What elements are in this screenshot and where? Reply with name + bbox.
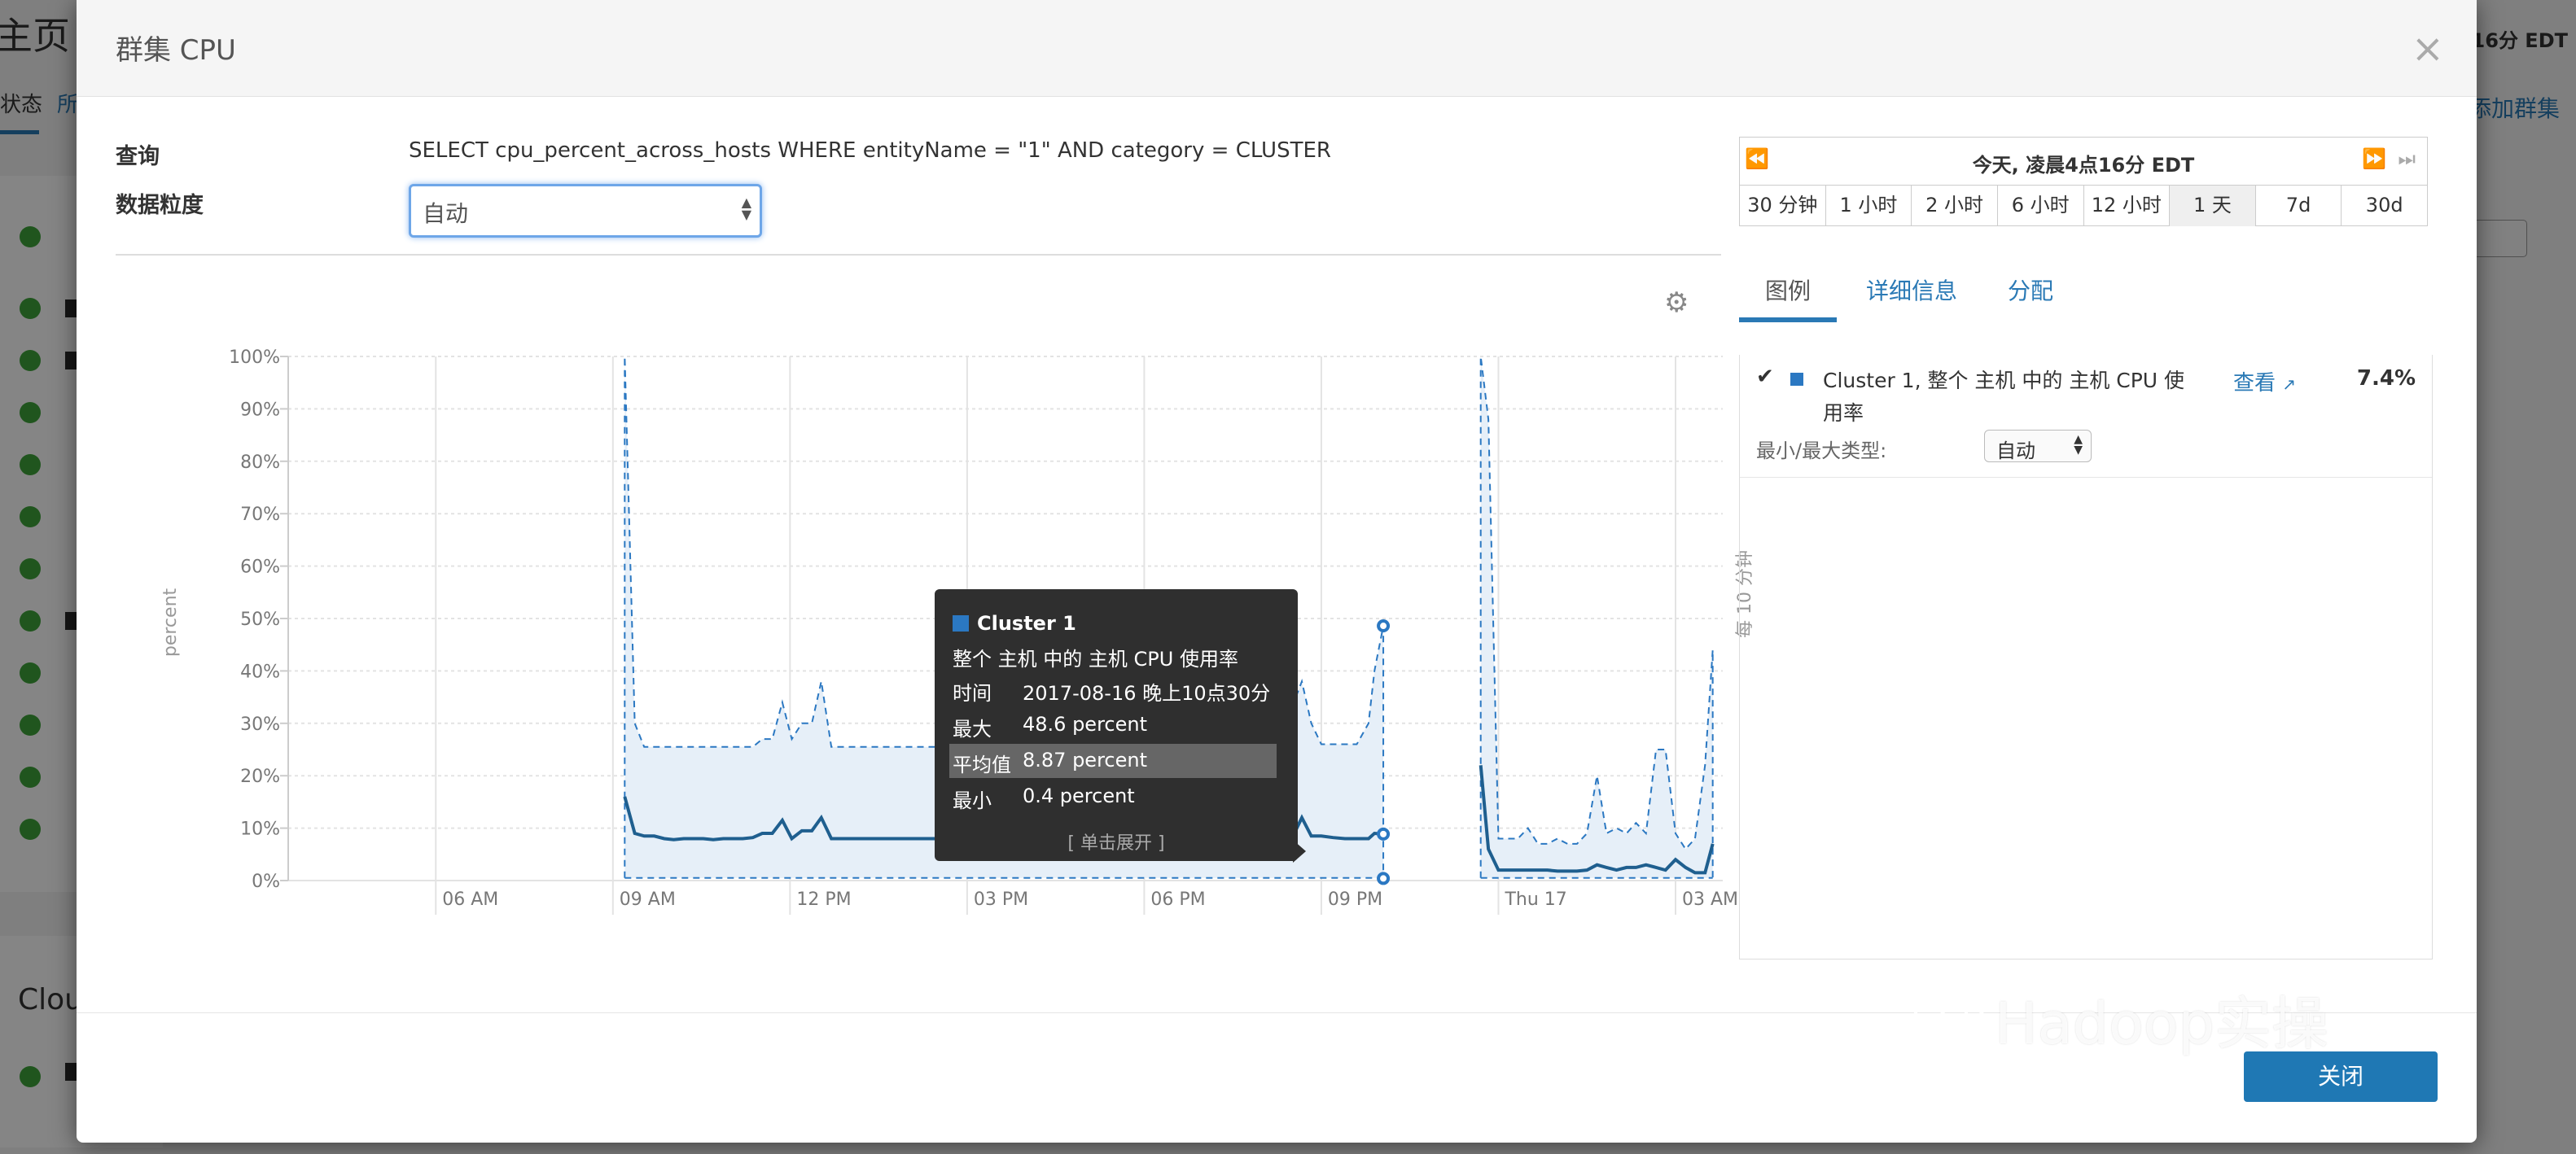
cluster-cpu-dialog: 群集 CPU × 查询 SELECT cpu_percent_across_ho… xyxy=(77,0,2477,1143)
x-tick-label: Thu 17 xyxy=(1504,890,1566,910)
watermark-text: Hadoop实操 xyxy=(1995,990,2329,1057)
y-tick-label: 10% xyxy=(240,820,280,840)
time-range-button[interactable]: 30 分钟 xyxy=(1740,186,1826,226)
time-range-button[interactable]: 30d xyxy=(2342,186,2427,226)
y-axis-ticks: 0% 10% 20% 30% 40% 50% 60% 70% 80% 90% 100% xyxy=(229,348,280,892)
x-tick-label: 12 PM xyxy=(796,890,851,910)
minmax-type-label: 最小/最大类型: xyxy=(1756,439,1887,462)
external-link-icon: ↗ xyxy=(2282,374,2297,394)
dialog-title: 群集 CPU xyxy=(116,34,236,67)
view-link-label: 查看 xyxy=(2233,371,2276,396)
series-color-swatch xyxy=(953,615,969,632)
y-tick-label: 0% xyxy=(252,872,280,892)
legend-series-name: Cluster 1, 整个 主机 中的 主机 CPU 使用率 xyxy=(1823,369,2185,425)
time-range-button[interactable]: 7d xyxy=(2256,186,2342,226)
tab-legend[interactable]: 图例 xyxy=(1765,273,1811,306)
tooltip-metric: 整个 主机 中的 主机 CPU 使用率 xyxy=(953,648,1238,671)
watermark: Hadoop实操 xyxy=(1913,978,2329,1060)
granularity-value: 自动 xyxy=(423,200,469,227)
current-time: 今天, 凌晨4点16分 EDT xyxy=(1972,154,2195,177)
min-max-band xyxy=(1480,356,1713,878)
y-tick-label: 100% xyxy=(229,348,280,368)
y-tick-label: 80% xyxy=(240,452,280,473)
min-line xyxy=(624,876,1384,880)
time-range-button[interactable]: 12 小时 xyxy=(2084,186,2171,226)
select-arrows-icon: ▲ ▼ xyxy=(741,195,751,222)
query-text: SELECT cpu_percent_across_hosts WHERE en… xyxy=(409,138,1331,163)
active-tab-underline xyxy=(1739,317,1837,322)
tooltip-time-label: 时间 xyxy=(953,682,992,705)
y-tick-label: 30% xyxy=(240,715,280,735)
y-axis-label: percent xyxy=(160,588,181,657)
query-label: 查询 xyxy=(116,144,160,169)
tooltip-time-value: 2017-08-16 晚上10点30分 xyxy=(1023,682,1271,705)
tab-details[interactable]: 详细信息 xyxy=(1866,273,1957,306)
hover-point-mean xyxy=(1377,827,1391,841)
tooltip-min-value: 0.4 percent xyxy=(1023,785,1135,807)
y-tick-label: 60% xyxy=(240,557,280,578)
y-tick-label: 40% xyxy=(240,662,280,682)
time-range-button[interactable]: 6 小时 xyxy=(1998,186,2084,226)
close-icon[interactable]: × xyxy=(2412,29,2444,68)
legend-panel: ✔ Cluster 1, 整个 主机 中的 主机 CPU 使用率 查看 ↗ 7.… xyxy=(1739,355,2433,959)
time-range-buttons: 30 分钟 1 小时 2 小时 6 小时 12 小时 1 天 7d 30d xyxy=(1740,185,2427,226)
y-tick-label: 20% xyxy=(240,767,280,787)
x-tick-label: 06 PM xyxy=(1150,890,1205,910)
tooltip-max-label: 最大 xyxy=(953,718,992,741)
time-range-button[interactable]: 2 小时 xyxy=(1912,186,1998,226)
gear-icon[interactable]: ⚙ xyxy=(1664,286,1689,319)
x-tick-label: 09 PM xyxy=(1328,890,1382,910)
y-tick-label: 50% xyxy=(240,610,280,630)
fast-forward-icon[interactable]: ⏩ xyxy=(2362,147,2386,170)
chart-tooltip[interactable]: Cluster 1 整个 主机 中的 主机 CPU 使用率 时间 2017-08… xyxy=(935,589,1306,863)
legend-tabs: 图例 详细信息 分配 xyxy=(1739,270,2436,324)
tooltip-max-value: 48.6 percent xyxy=(1023,713,1147,736)
y-tick-label: 70% xyxy=(240,505,280,525)
minmax-type-value: 自动 xyxy=(1996,439,2035,462)
time-range-selector: ⏪ 今天, 凌晨4点16分 EDT ⏩ ⏭ 30 分钟 1 小时 2 小时 6 小时 1… xyxy=(1739,137,2428,226)
hover-point-max xyxy=(1377,619,1391,633)
granularity-label: 数据粒度 xyxy=(116,193,204,218)
tooltip-pointer xyxy=(1293,840,1306,863)
time-range-button[interactable]: 1 小时 xyxy=(1826,186,1912,226)
tooltip-series-name: Cluster 1 xyxy=(977,612,1076,635)
x-tick-label: 03 AM xyxy=(1682,890,1738,910)
x-tick-label: 06 AM xyxy=(442,890,498,910)
hover-point-min xyxy=(1377,872,1391,885)
divider xyxy=(1740,477,2432,478)
skip-to-end-icon[interactable]: ⏭ xyxy=(2398,147,2416,170)
divider xyxy=(116,254,1721,256)
tooltip-min-label: 最小 xyxy=(953,789,992,812)
time-range-button[interactable]: 1 天 xyxy=(2170,186,2256,226)
x-axis-ticks: 06 AM 09 AM 12 PM 03 PM 06 PM 09 PM Thu 17 03 A… xyxy=(442,890,1738,910)
legend-value: 7.4% xyxy=(2356,366,2416,391)
x-tick-label: 09 AM xyxy=(620,890,676,910)
dialog-header: 群集 CPU × xyxy=(77,0,2477,97)
view-link[interactable]: 查看 ↗ xyxy=(2233,366,2296,396)
tooltip-avg-label: 平均值 xyxy=(953,754,1011,776)
legend-color-swatch xyxy=(1790,373,1803,386)
check-icon[interactable]: ✔ xyxy=(1756,365,1774,389)
wechat-icon xyxy=(1913,985,1987,1042)
x-tick-label: 03 PM xyxy=(974,890,1028,910)
y-tick-label: 90% xyxy=(240,400,280,420)
tab-distribution[interactable]: 分配 xyxy=(2008,273,2053,306)
tooltip-expand-link[interactable]: [ 单击展开 ] xyxy=(935,828,1298,855)
granularity-select[interactable]: 自动 ▲ ▼ xyxy=(409,184,762,238)
tooltip-avg-value: 8.87 percent xyxy=(1023,749,1147,772)
minmax-type-select[interactable]: 自动 ▲ ▼ xyxy=(1984,430,2092,462)
select-arrows-icon: ▲ ▼ xyxy=(2074,433,2083,457)
